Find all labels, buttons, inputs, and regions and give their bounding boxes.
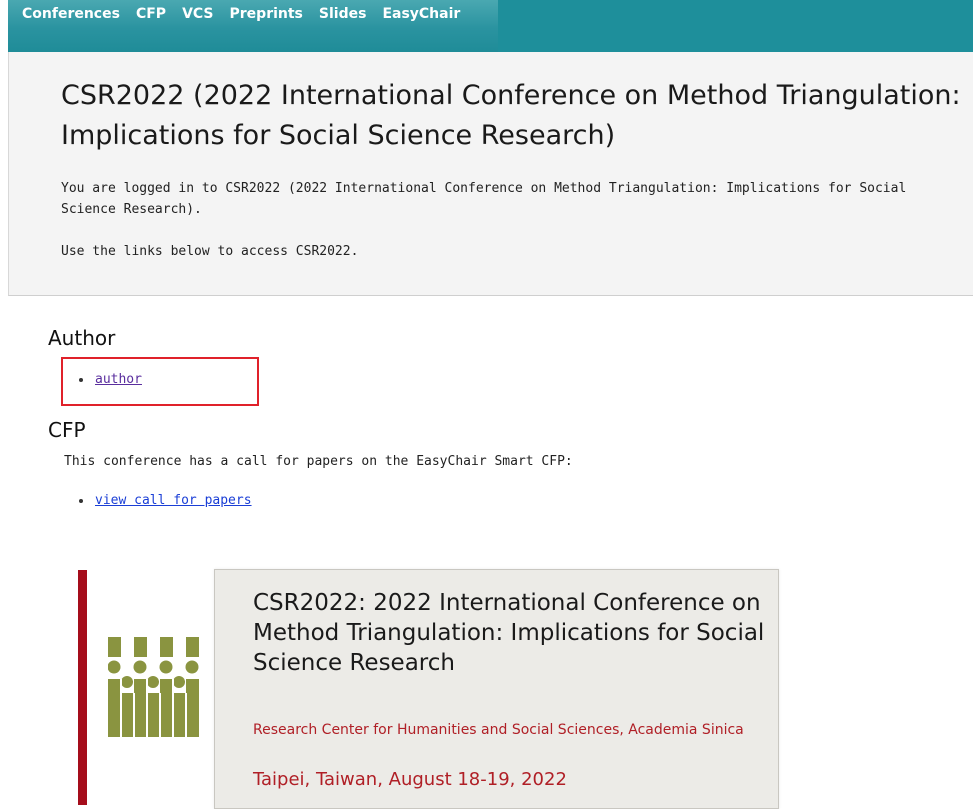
nav-item-preprints[interactable]: Preprints [222,0,311,40]
page-title: CSR2022 (2022 International Conference o… [61,80,961,151]
academia-sinica-logo-icon [108,637,199,737]
cfp-list-item: view call for papers [79,492,252,510]
header-panel: CSR2022 (2022 International Conference o… [8,52,973,296]
conference-card: CSR2022: 2022 International Conference o… [214,569,779,809]
card-location-date: Taipei, Taiwan, August 18-19, 2022 [253,769,567,790]
top-nav-menu: Conferences CFP VCS Preprints Slides Eas… [8,0,498,52]
bullet-icon [79,499,83,503]
nav-item-conferences[interactable]: Conferences [8,0,128,40]
nav-item-easychair[interactable]: EasyChair [374,0,468,40]
nav-item-vcs[interactable]: VCS [174,0,221,40]
author-link[interactable]: author [95,371,142,389]
bullet-icon [79,378,83,382]
author-list-item: author [79,371,142,389]
access-instruction: Use the links below to access CSR2022. [61,244,359,259]
nav-item-cfp[interactable]: CFP [128,0,174,40]
cfp-heading: CFP [48,418,86,442]
login-message: You are logged in to CSR2022 (2022 Inter… [61,181,907,217]
top-nav-bar: Conferences CFP VCS Preprints Slides Eas… [8,0,973,52]
cfp-description: This conference has a call for papers on… [64,454,573,469]
view-cfp-link[interactable]: view call for papers [95,492,252,510]
card-title: CSR2022: 2022 International Conference o… [253,590,765,676]
nav-item-slides[interactable]: Slides [311,0,375,40]
card-accent-bar [78,570,87,805]
author-heading: Author [48,326,116,350]
card-organization: Research Center for Humanities and Socia… [253,722,744,738]
